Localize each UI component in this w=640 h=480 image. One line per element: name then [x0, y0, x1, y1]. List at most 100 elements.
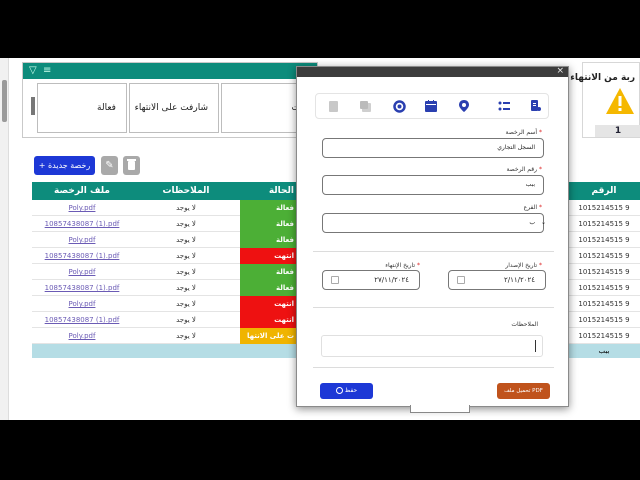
number-cell: 1015214515 9: [578, 316, 630, 324]
filter-card-header: ▽ ≡: [23, 63, 317, 79]
header-status[interactable]: الحالة: [240, 182, 300, 200]
status-badge: انتهت: [240, 312, 300, 328]
text-caret: [535, 340, 536, 352]
file-link[interactable]: Poly.pdf: [69, 204, 96, 212]
file-link[interactable]: 10857438087 (1).pdf: [45, 252, 120, 260]
number-cell: 1015214515 9: [578, 252, 630, 260]
file-cell[interactable]: 10857438087 (1).pdf: [32, 280, 132, 296]
notes-cell: لا يوجد: [176, 268, 196, 276]
file-link[interactable]: Poly.pdf: [69, 236, 96, 244]
expiry-date-input[interactable]: ٢٧/١١/٢٠٢٤: [322, 270, 420, 290]
selection-marker: [31, 97, 35, 115]
file-link[interactable]: Poly.pdf: [69, 300, 96, 308]
file-cell[interactable]: Poly.pdf: [32, 328, 132, 344]
footer-value: ببب: [598, 347, 610, 355]
notes-textarea[interactable]: [321, 335, 543, 357]
notes-cell: لا يوجد: [176, 204, 196, 212]
header-file[interactable]: ملف الرخصة: [32, 182, 132, 200]
pencil-icon: ✎: [105, 160, 114, 171]
issue-date-input[interactable]: ٢/١١/٢٠٢٤: [448, 270, 546, 290]
expiring-soon-card[interactable]: ربة من الانتهاء 1: [570, 62, 640, 138]
file-cell[interactable]: 10857438087 (1).pdf: [32, 312, 132, 328]
number-cell: 1015214515 9: [578, 300, 630, 308]
notes-label: الملاحظات: [511, 321, 538, 328]
modal-header: ×: [297, 66, 568, 77]
file-cell[interactable]: Poly.pdf: [32, 232, 132, 248]
copy-icon[interactable]: [358, 99, 372, 113]
delete-button[interactable]: [123, 156, 140, 175]
branch-label: الفرع *: [523, 204, 542, 211]
close-icon[interactable]: ×: [556, 66, 564, 77]
modal-tab-icons: [315, 93, 549, 119]
header-number[interactable]: الرقم: [568, 182, 640, 200]
branch-select[interactable]: ب ⌄: [322, 213, 547, 233]
document-icon[interactable]: [326, 99, 340, 113]
license-icon[interactable]: [528, 99, 542, 113]
file-link[interactable]: 10857438087 (1).pdf: [45, 284, 120, 292]
edit-button[interactable]: ✎: [101, 156, 118, 175]
status-option-expiring[interactable]: شارفت على الانتهاء: [129, 83, 219, 133]
status-badge: ت على الانتها: [240, 328, 300, 344]
number-cell: 1015214515 9: [578, 220, 630, 228]
status-filter-card: ▽ ≡ فعالة شارفت على الانتهاء ت: [22, 62, 318, 138]
save-button[interactable]: حفظ: [320, 383, 373, 399]
status-badge: فعالة: [240, 216, 300, 232]
scrollbar-thumb[interactable]: [2, 80, 7, 122]
calendar-picker-icon[interactable]: [457, 276, 465, 284]
license-name-label: أسم الرخصة *: [505, 129, 542, 136]
calendar-picker-icon[interactable]: [331, 276, 339, 284]
list-icon[interactable]: [497, 99, 511, 113]
number-cell: 1015214515 9: [578, 236, 630, 244]
notes-cell: لا يوجد: [176, 236, 196, 244]
license-number-input[interactable]: ببب: [322, 175, 544, 195]
calendar-icon[interactable]: [424, 99, 438, 113]
file-link[interactable]: Poly.pdf: [69, 332, 96, 340]
file-cell[interactable]: Poly.pdf: [32, 264, 132, 280]
number-cell: 1015214515 9: [578, 284, 630, 292]
file-link[interactable]: Poly.pdf: [69, 268, 96, 276]
number-cell: 1015214515 9: [578, 204, 630, 212]
header-notes[interactable]: الملاحظات: [132, 182, 240, 200]
chevron-down-icon: ⌄: [541, 219, 547, 226]
number-cell: 1015214515 9: [578, 332, 630, 340]
notes-cell: لا يوجد: [176, 220, 196, 228]
notes-cell: لا يوجد: [176, 252, 196, 260]
notes-cell: لا يوجد: [176, 284, 196, 292]
divider: [313, 251, 554, 252]
file-cell[interactable]: Poly.pdf: [32, 200, 132, 216]
app-screen: ▽ ≡ فعالة شارفت على الانتهاء ت ربة من ال…: [0, 58, 640, 420]
status-badge: فعالة: [240, 232, 300, 248]
file-cell[interactable]: Poly.pdf: [32, 296, 132, 312]
license-name-input[interactable]: السجل التجاري: [322, 138, 544, 158]
expiry-date-label: تاريخ الإنتهاء *: [385, 262, 420, 269]
file-link[interactable]: 10857438087 (1).pdf: [45, 316, 120, 324]
status-badge: انتهت: [240, 296, 300, 312]
file-link[interactable]: 10857438087 (1).pdf: [45, 220, 120, 228]
filter-icon[interactable]: ▽: [29, 65, 37, 76]
notes-cell: لا يوجد: [176, 316, 196, 324]
notes-cell: لا يوجد: [176, 300, 196, 308]
spinner-icon: [335, 387, 343, 394]
status-badge: فعالة: [240, 200, 300, 216]
pagination-box[interactable]: [410, 405, 470, 413]
status-badge: فعالة: [240, 280, 300, 296]
progress-icon[interactable]: [392, 99, 406, 113]
expiring-soon-title: ربة من الانتهاء: [570, 73, 635, 83]
number-cell: 1015214515 9: [578, 268, 630, 276]
notes-cell: لا يوجد: [176, 332, 196, 340]
status-option-active[interactable]: فعالة: [37, 83, 127, 133]
location-pin-icon[interactable]: [457, 99, 471, 113]
file-cell[interactable]: 10857438087 (1).pdf: [32, 248, 132, 264]
expiring-soon-count: 1: [595, 125, 640, 137]
status-badge: فعالة: [240, 264, 300, 280]
license-modal: × أسم الرخصة * السجل التجاري رقم الرخصة …: [296, 66, 569, 407]
settings-list-icon[interactable]: ≡: [43, 65, 51, 76]
status-badge: انتهت: [240, 248, 300, 264]
left-scrollbar[interactable]: [0, 58, 9, 420]
issue-date-label: تاريخ الإصدار *: [505, 262, 542, 269]
divider: [313, 367, 554, 368]
upload-pdf-button[interactable]: تحميل ملف PDF: [497, 383, 550, 399]
warning-icon: [606, 88, 634, 114]
new-license-button[interactable]: + رخصة جديدة: [34, 156, 95, 175]
file-cell[interactable]: 10857438087 (1).pdf: [32, 216, 132, 232]
